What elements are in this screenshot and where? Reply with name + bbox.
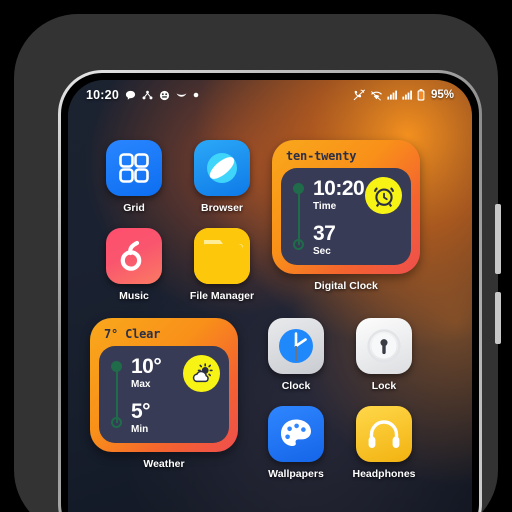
app-label-browser: Browser bbox=[200, 202, 243, 214]
home-screen: Grid Browser Music File Manager ten-twen… bbox=[68, 110, 472, 512]
widget-digital-clock[interactable]: ten-twenty 10:20 Time 37 Sec Digital Clo… bbox=[272, 140, 420, 302]
signal-icon-2 bbox=[402, 90, 413, 100]
clock-sec-value: 37 bbox=[313, 222, 336, 245]
app-headphones[interactable]: Headphones bbox=[340, 406, 428, 480]
headphones-icon[interactable] bbox=[356, 406, 412, 462]
app-label-headphones: Headphones bbox=[352, 468, 416, 480]
app-lock[interactable]: Lock bbox=[340, 318, 428, 392]
folder-icon[interactable] bbox=[194, 228, 250, 284]
weather-min-value: 5° bbox=[131, 400, 151, 423]
bubble-icon bbox=[125, 90, 136, 101]
app-file-manager[interactable]: File Manager bbox=[178, 228, 266, 302]
widget-label-digital-clock: Digital Clock bbox=[314, 280, 378, 292]
alarm-clock-icon bbox=[365, 177, 402, 214]
app-label-lock: Lock bbox=[371, 380, 397, 392]
status-bar-right: 95% bbox=[353, 89, 454, 101]
digital-clock-widget-body[interactable]: ten-twenty 10:20 Time 37 Sec bbox=[272, 140, 420, 274]
timeline-rail bbox=[293, 178, 307, 257]
weather-card: 10° Max 5° Min bbox=[99, 346, 229, 443]
rail-line bbox=[298, 188, 300, 245]
analog-clock-icon[interactable] bbox=[268, 318, 324, 374]
battery-percent-label: 95% bbox=[430, 89, 454, 101]
weather-rail bbox=[111, 356, 125, 435]
phone-bezel: 10:20 95% Grid Browser Music File Manage… bbox=[58, 70, 482, 512]
digital-clock-title: ten-twenty bbox=[286, 149, 357, 163]
call-mute-icon bbox=[353, 89, 366, 101]
weather-title: 7° Clear bbox=[104, 327, 161, 341]
wifi-icon bbox=[370, 90, 383, 101]
weather-min-caption: Min bbox=[131, 424, 149, 435]
widget-label-weather: Weather bbox=[143, 458, 185, 470]
phone-frame: 10:20 95% Grid Browser Music File Manage… bbox=[14, 14, 501, 512]
digital-clock-card: 10:20 Time 37 Sec bbox=[281, 168, 411, 265]
power-button[interactable] bbox=[495, 292, 501, 344]
weather-widget-body[interactable]: 7° Clear 10° Max 5° Min bbox=[90, 318, 238, 452]
clock-sec-caption: Sec bbox=[313, 246, 331, 257]
phone-screen: 10:20 95% Grid Browser Music File Manage… bbox=[68, 80, 472, 512]
status-bar-left: 10:20 bbox=[86, 88, 199, 102]
app-label-grid: Grid bbox=[123, 202, 145, 214]
home-row-2: 7° Clear 10° Max 5° Min Weather Clock Lo… bbox=[90, 318, 450, 480]
grid-icon[interactable] bbox=[106, 140, 162, 196]
music-note-icon[interactable] bbox=[106, 228, 162, 284]
app-browser[interactable]: Browser bbox=[178, 140, 266, 214]
app-grid[interactable]: Grid bbox=[90, 140, 178, 214]
signal-icon-1 bbox=[387, 90, 398, 100]
app-label-clock: Clock bbox=[281, 380, 311, 392]
home-row-1: Grid Browser Music File Manager ten-twen… bbox=[90, 140, 450, 302]
app-wallpapers[interactable]: Wallpapers bbox=[252, 406, 340, 480]
sun-cloud-icon bbox=[183, 355, 220, 392]
app-label-wallpapers: Wallpapers bbox=[268, 468, 324, 480]
app-label-file-manager: File Manager bbox=[189, 290, 255, 302]
widget-weather[interactable]: 7° Clear 10° Max 5° Min Weather bbox=[90, 318, 238, 480]
battery-icon bbox=[417, 89, 425, 101]
dot-icon bbox=[193, 92, 199, 98]
weather-rail-line bbox=[116, 366, 118, 423]
crescent-icon bbox=[176, 92, 187, 99]
weather-rail-dot-outline bbox=[111, 417, 122, 428]
people-network-icon bbox=[142, 90, 153, 101]
app-music[interactable]: Music bbox=[90, 228, 178, 302]
app-label-music: Music bbox=[119, 290, 149, 302]
palette-icon[interactable] bbox=[268, 406, 324, 462]
face-icon bbox=[159, 90, 170, 101]
status-bar-clock: 10:20 bbox=[86, 88, 119, 102]
app-clock[interactable]: Clock bbox=[252, 318, 340, 392]
volume-button[interactable] bbox=[495, 204, 501, 274]
padlock-keyhole-icon[interactable] bbox=[356, 318, 412, 374]
browser-planet-icon[interactable] bbox=[194, 140, 250, 196]
screenshot-root: 10:20 95% Grid Browser Music File Manage… bbox=[0, 0, 512, 512]
screen-black-edge: 10:20 95% Grid Browser Music File Manage… bbox=[61, 73, 479, 512]
rail-dot-outline bbox=[293, 239, 304, 250]
status-bar: 10:20 95% bbox=[68, 80, 472, 110]
